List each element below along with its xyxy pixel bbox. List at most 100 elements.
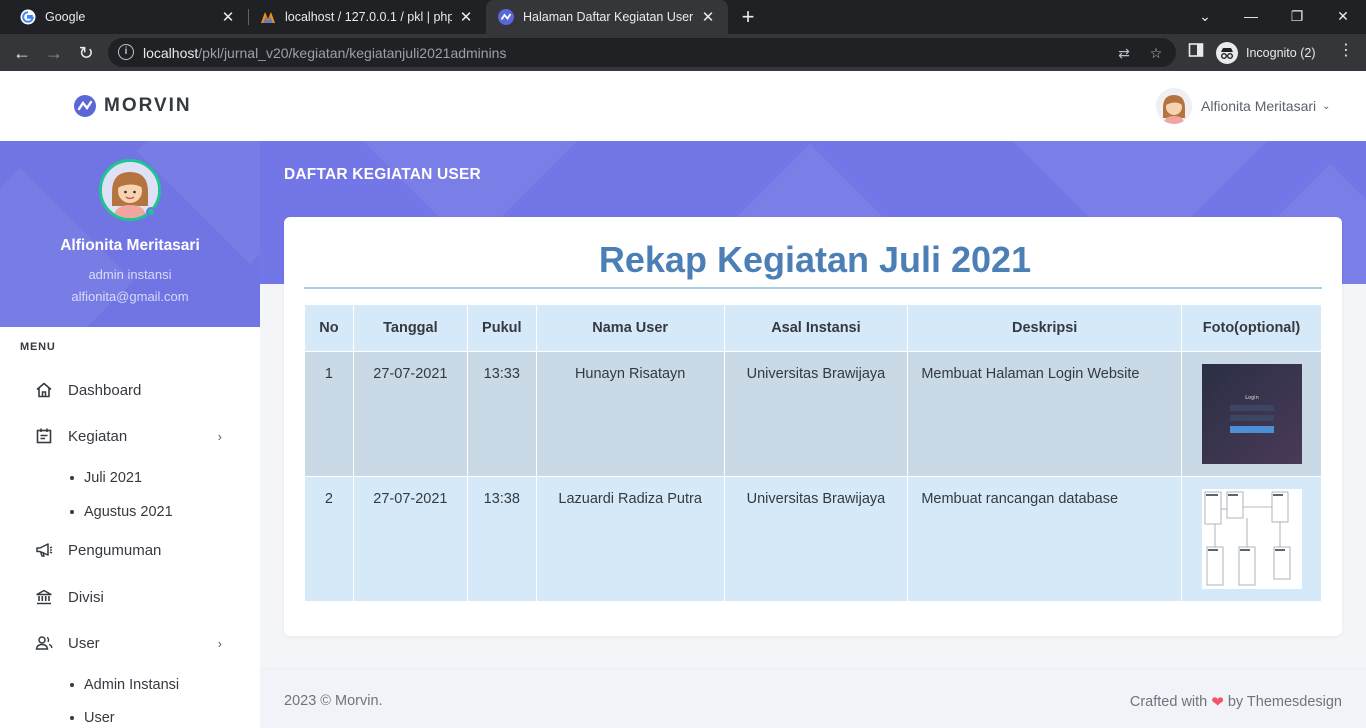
incognito-profile-button[interactable]: Incognito (2) (1216, 40, 1315, 65)
tab-title: Halaman Daftar Kegiatan User (523, 10, 694, 24)
brand-name: MORVIN (104, 95, 192, 116)
reload-icon[interactable]: ↻ (71, 38, 101, 68)
sidebar-item-kegiatan[interactable]: Kegiatan › (34, 426, 230, 446)
sidebar-item-user[interactable]: User › (34, 633, 230, 653)
page-title: DAFTAR KEGIATAN USER (284, 166, 481, 183)
cell-deskripsi: Membuat Halaman Login Website (907, 351, 1182, 477)
column-header: Deskripsi (907, 304, 1182, 352)
bank-icon (34, 587, 54, 607)
cell-tanggal: 27-07-2021 (352, 351, 468, 477)
chevron-down-icon: ⌄ (1322, 100, 1331, 112)
column-header: Pukul (466, 304, 537, 352)
profile-name: Alfionita Meritasari (60, 237, 200, 254)
minimize-icon[interactable]: — (1228, 0, 1274, 34)
tab-google[interactable]: Google ✕ (8, 0, 248, 34)
chevron-right-icon: › (217, 635, 222, 651)
cell-deskripsi: Membuat rancangan database (907, 476, 1182, 602)
rekap-card: Rekap Kegiatan Juli 2021 No Tanggal Puku… (284, 217, 1342, 636)
cell-tanggal: 27-07-2021 (352, 476, 468, 602)
sidebar-item-label: User (68, 634, 100, 652)
users-icon (34, 633, 54, 653)
close-tab-icon[interactable]: ✕ (700, 8, 716, 26)
column-header: No (304, 304, 354, 352)
column-header: Nama User (535, 304, 725, 352)
chevron-right-icon: › (217, 428, 222, 444)
tab-search-chevron-icon[interactable]: ⌄ (1182, 0, 1228, 34)
menu-title: MENU (20, 341, 56, 353)
address-bar[interactable]: i localhost/pkl/jurnal_v20/kegiatan/kegi… (108, 38, 1176, 67)
incognito-label: Incognito (2) (1246, 45, 1316, 60)
forward-icon[interactable]: → (39, 38, 69, 68)
column-header: Foto(optional) (1181, 304, 1322, 352)
profile-email: alfionita@gmail.com (71, 289, 189, 304)
footer-copyright: 2023 © Morvin. (284, 693, 383, 709)
close-tab-icon[interactable]: ✕ (220, 8, 236, 26)
browser-toolbar: ← → ↻ i localhost/pkl/jurnal_v20/kegiata… (0, 34, 1366, 71)
browser-menu-icon[interactable]: ⋮ (1338, 40, 1354, 60)
sidebar-item-label: Dashboard (68, 381, 142, 399)
cell-pukul: 13:33 (466, 351, 537, 477)
tab-title: Google (45, 10, 86, 24)
column-header: Asal Instansi (723, 304, 909, 352)
morvin-logo-icon (74, 95, 96, 117)
sidebar-subitem-juli-2021[interactable]: Juli 2021 (70, 470, 142, 486)
cell-asal-instansi: Universitas Brawijaya (723, 476, 909, 602)
title-divider (304, 287, 1322, 289)
translate-icon[interactable]: ⇄ (1114, 43, 1134, 63)
kegiatan-table: No Tanggal Pukul Nama User Asal Instansi… (304, 304, 1322, 602)
sidebar-subitem-agustus-2021[interactable]: Agustus 2021 (70, 504, 173, 520)
sidebar-item-divisi[interactable]: Divisi (34, 587, 230, 607)
morvin-icon (498, 9, 514, 25)
table-row: 2 27-07-2021 13:38 Lazuardi Radiza Putra… (304, 476, 1322, 602)
close-window-icon[interactable]: ✕ (1320, 0, 1366, 34)
home-icon (34, 380, 54, 400)
sidebar-profile: Alfionita Meritasari admin instansi alfi… (0, 141, 260, 327)
cell-nama-user: Lazuardi Radiza Putra (535, 476, 725, 602)
cell-no: 2 (304, 476, 354, 602)
login-screenshot-thumbnail[interactable]: Login (1201, 364, 1302, 464)
calendar-icon (34, 426, 54, 446)
user-name: Alfionita Meritasari (1201, 98, 1317, 114)
table-header-row: No Tanggal Pukul Nama User Asal Instansi… (304, 304, 1322, 352)
megaphone-icon (34, 540, 54, 560)
sidebar: Alfionita Meritasari admin instansi alfi… (0, 141, 260, 728)
tab-daftar-kegiatan[interactable]: Halaman Daftar Kegiatan User ✕ (486, 0, 728, 34)
sidebar-item-dashboard[interactable]: Dashboard (34, 380, 230, 400)
cell-no: 1 (304, 351, 354, 477)
incognito-icon (1216, 41, 1238, 64)
app-topbar: MORVIN Alfionita Meritasari ⌄ (0, 71, 1366, 141)
table-row: 1 27-07-2021 13:33 Hunayn Risatayn Unive… (304, 351, 1322, 477)
sidebar-item-label: Pengumuman (68, 541, 162, 559)
footer: 2023 © Morvin. Crafted with ❤ by Themesd… (260, 668, 1366, 728)
brand-logo[interactable]: MORVIN (74, 95, 192, 117)
avatar (1156, 88, 1192, 124)
cell-asal-instansi: Universitas Brawijaya (723, 351, 909, 477)
browser-tab-strip: Google ✕ localhost / 127.0.0.1 / pkl | p… (0, 0, 1366, 34)
tab-phpmyadmin[interactable]: localhost / 127.0.0.1 / pkl | phpMyAdmin… (248, 0, 486, 34)
svg-text:Login: Login (1245, 395, 1259, 401)
sidebar-item-label: Kegiatan (68, 427, 128, 445)
cell-foto (1181, 476, 1322, 602)
bookmark-star-icon[interactable]: ☆ (1146, 43, 1166, 63)
heart-icon: ❤ (1211, 694, 1224, 711)
new-tab-button[interactable]: + (737, 4, 759, 30)
tab-title: localhost / 127.0.0.1 / pkl | phpMyAdmin (285, 10, 452, 24)
user-dropdown[interactable]: Alfionita Meritasari ⌄ (1156, 88, 1331, 124)
cell-nama-user: Hunayn Risatayn (535, 351, 725, 477)
phpmyadmin-icon (261, 12, 275, 23)
maximize-icon[interactable]: ❐ (1274, 0, 1320, 34)
site-info-icon[interactable]: i (118, 44, 134, 60)
sidebar-subitem-user[interactable]: User (70, 710, 115, 726)
sidebar-subitem-admin-instansi[interactable]: Admin Instansi (70, 677, 179, 693)
back-icon[interactable]: ← (7, 38, 37, 68)
side-panel-icon[interactable] (1188, 42, 1204, 61)
close-tab-icon[interactable]: ✕ (458, 8, 474, 26)
profile-role: admin instansi (88, 267, 172, 282)
cell-pukul: 13:38 (466, 476, 537, 602)
sidebar-item-pengumuman[interactable]: Pengumuman (34, 540, 230, 560)
sidebar-item-label: Divisi (68, 588, 104, 606)
database-diagram-thumbnail[interactable] (1201, 489, 1302, 589)
online-status-dot (146, 207, 156, 217)
url-text: localhost/pkl/jurnal_v20/kegiatan/kegiat… (143, 45, 507, 61)
cell-foto: Login (1181, 351, 1322, 477)
